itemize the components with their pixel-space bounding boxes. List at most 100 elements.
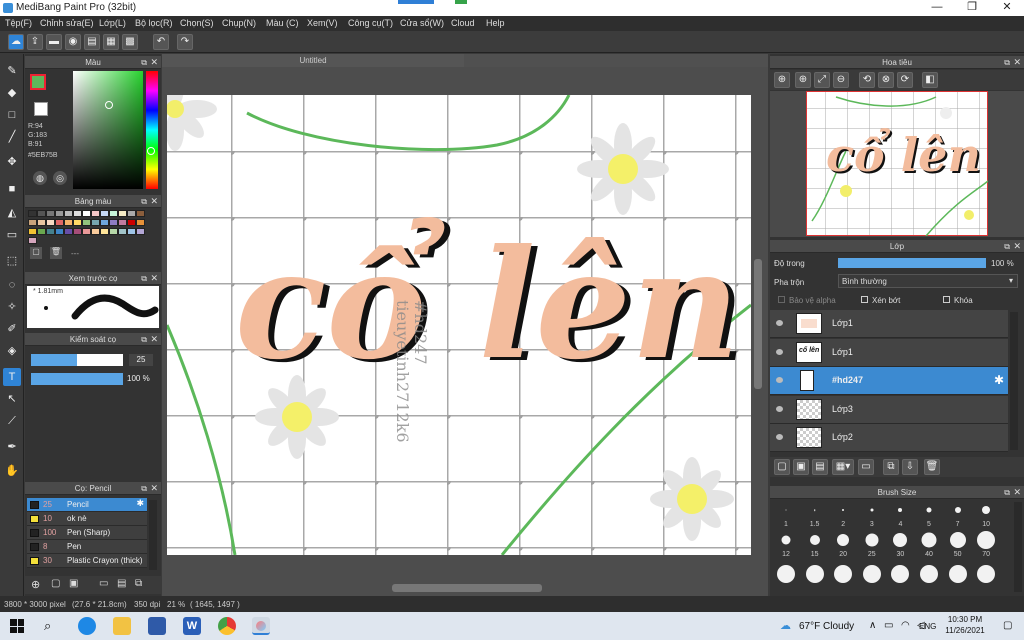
brush-item[interactable]: 8 Pen [27, 540, 147, 554]
brush-size-cell[interactable]: 2 [829, 500, 857, 528]
zoom-in-alt-icon[interactable]: ⊕ [795, 72, 811, 88]
close-icon[interactable]: ✕ [150, 333, 158, 346]
close-icon[interactable]: ✕ [150, 272, 158, 285]
layer-row[interactable]: cổ lên Lớp1 [770, 338, 1008, 367]
new-8bit-layer-icon[interactable]: ▤ [812, 459, 828, 475]
duplicate-layer-icon[interactable]: ⧉ [883, 459, 899, 475]
palette-swatch[interactable] [136, 228, 145, 235]
visibility-eye-icon[interactable] [776, 434, 783, 440]
palette-swatch[interactable] [118, 210, 127, 217]
brush-size-cell[interactable]: 30 [886, 530, 914, 558]
palette-swatch[interactable] [109, 219, 118, 226]
brush-item[interactable]: 25 Pencil ✱ [27, 498, 147, 512]
file-explorer-icon[interactable] [113, 617, 131, 635]
flip-icon[interactable]: ◧ [922, 72, 938, 88]
canvas-vertical-scrollbar[interactable] [754, 259, 762, 389]
close-icon[interactable]: ✕ [1013, 56, 1021, 69]
merge-layer-icon[interactable]: ⇩ [902, 459, 918, 475]
brush-size-cell[interactable]: 4 [886, 500, 914, 528]
menu-view[interactable]: Xem(V) [307, 18, 338, 28]
protect-alpha-checkbox[interactable] [778, 296, 785, 303]
menu-help[interactable]: Help [486, 18, 505, 28]
palette-swatch[interactable] [46, 228, 55, 235]
line-tool-icon[interactable]: ╱ [3, 128, 21, 146]
visibility-eye-icon[interactable] [776, 348, 783, 355]
palette-swatch[interactable] [37, 228, 46, 235]
palette-swatch[interactable] [55, 210, 64, 217]
grid-icon[interactable]: ▦ [103, 34, 119, 50]
color-wheel-icon[interactable]: ◎ [53, 171, 67, 185]
fill-rect-tool-icon[interactable]: ■ [3, 180, 21, 198]
move-tool-icon[interactable]: ✥ [3, 153, 21, 171]
word-icon[interactable]: W [183, 617, 201, 635]
menu-cloud[interactable]: Cloud [451, 18, 475, 28]
eyedropper-icon[interactable]: ⟋ [3, 412, 21, 430]
select-eraser-icon[interactable]: ◈ [3, 342, 21, 360]
gear-icon[interactable]: ✱ [994, 373, 1004, 387]
palette-swatch[interactable] [82, 219, 91, 226]
pen-tool-icon[interactable]: ✒ [3, 438, 21, 456]
layer-row[interactable]: #hd247 ✱ [770, 367, 1008, 395]
brush-size-cell[interactable] [829, 560, 857, 588]
menu-tools[interactable]: Công cụ(T) [348, 18, 393, 28]
brush-size-cell[interactable] [915, 560, 943, 588]
popout-icon[interactable]: ⧉ [141, 272, 147, 285]
palette-swatch[interactable] [109, 210, 118, 217]
hand-tool-icon[interactable]: ✋ [3, 462, 21, 480]
palette-swatch[interactable] [136, 210, 145, 217]
brush-size-cell[interactable]: 40 [915, 530, 943, 558]
brush-menu-icon[interactable]: ▣ [69, 578, 78, 589]
palette-swatch[interactable] [28, 210, 37, 217]
tile-icon[interactable]: ▩ [122, 34, 138, 50]
layer-row[interactable]: Lớp3 [770, 395, 1008, 424]
layer-menu-icon[interactable]: ▦▾ [832, 459, 854, 475]
brush-size-cell[interactable]: 50 [944, 530, 972, 558]
popout-icon[interactable]: ⧉ [141, 482, 147, 495]
chrome-icon[interactable] [218, 617, 236, 635]
brush-opacity-slider[interactable] [31, 373, 123, 385]
layer-row[interactable]: Lớp2 [770, 424, 1008, 452]
brush-size-cell[interactable] [944, 560, 972, 588]
search-icon[interactable]: ⌕ [44, 618, 51, 634]
select-tool-icon[interactable]: ⬚ [3, 252, 21, 270]
palette-swatch[interactable] [37, 219, 46, 226]
redo-icon[interactable]: ↷ [177, 34, 193, 50]
menu-filter[interactable]: Bộ lọc(R) [135, 18, 173, 28]
rotate-right-icon[interactable]: ⟳ [897, 72, 913, 88]
close-icon[interactable]: ✕ [1013, 240, 1021, 253]
layer-folder-icon[interactable]: ▭ [858, 459, 874, 475]
popout-icon[interactable]: ⧉ [141, 333, 147, 346]
bucket-tool-icon[interactable]: ◭ [3, 204, 21, 222]
palette-swatch[interactable] [46, 219, 55, 226]
brush-size-slider[interactable] [31, 354, 123, 366]
add-brush-icon[interactable]: ⊕ [31, 578, 40, 591]
copy-brush-icon[interactable]: ⧉ [135, 578, 142, 589]
hue-cursor[interactable] [147, 147, 155, 155]
folder-icon[interactable]: ▤ [117, 578, 126, 589]
menu-color[interactable]: Màu (C) [266, 18, 299, 28]
palette-swatch[interactable] [127, 219, 136, 226]
brush-tool-icon[interactable]: ✎ [3, 62, 21, 80]
color-picker-cursor[interactable] [105, 101, 113, 109]
palette-swatch[interactable] [118, 228, 127, 235]
weather-text[interactable]: 67°F Cloudy [799, 621, 854, 632]
store-icon[interactable] [148, 617, 166, 635]
chat-icon[interactable]: ◉ [65, 34, 81, 50]
blend-mode-select[interactable]: Bình thường ▾ [838, 274, 1018, 288]
background-color-swatch[interactable] [34, 102, 48, 116]
zoom-out-icon[interactable]: ⊖ [833, 72, 849, 88]
rect-tool-icon[interactable]: □ [3, 106, 21, 124]
hue-slider[interactable] [146, 71, 158, 189]
document-tab[interactable]: Untitled [162, 54, 464, 67]
layer-row[interactable]: Lớp1 [770, 310, 1008, 338]
comment-icon[interactable]: ▬ [46, 34, 62, 50]
palette-swatch[interactable] [82, 210, 91, 217]
brush-size-cell[interactable]: 15 [801, 530, 829, 558]
brush-size-cell[interactable]: 20 [829, 530, 857, 558]
palette-swatch[interactable] [64, 228, 73, 235]
import-brush-icon[interactable]: ▭ [99, 578, 108, 589]
brush-size-cell[interactable] [858, 560, 886, 588]
palette-swatch[interactable] [28, 219, 37, 226]
palette-swatch[interactable] [28, 228, 37, 235]
zoom-in-icon[interactable]: ⊕ [774, 72, 790, 88]
